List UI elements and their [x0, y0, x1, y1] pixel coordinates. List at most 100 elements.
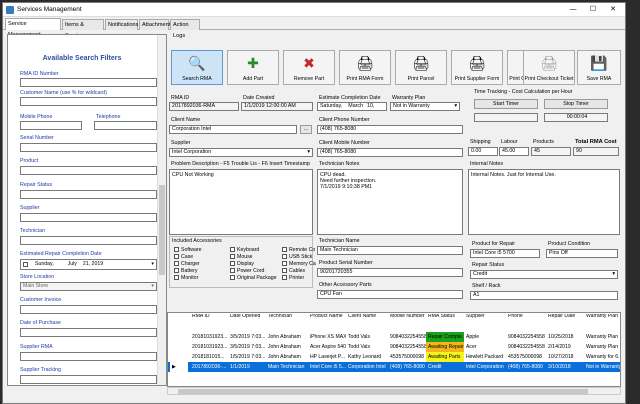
table-row[interactable]: 20181810​15... 1/5/2019 7:03... John Abrah…: [168, 352, 620, 362]
search-rma-button[interactable]: 🔍 Search RMA: [171, 50, 223, 85]
filter-supplier-input[interactable]: [20, 213, 157, 222]
cell-rma-id[interactable]: 20181031​923...: [190, 332, 228, 342]
accessory-monitor-checkbox[interactable]: Monitor: [174, 275, 198, 281]
cell-mobile-number[interactable]: (408) 765-8080: [388, 362, 426, 372]
grid-header-supplier[interactable]: Supplier: [464, 314, 506, 330]
cell-rma-status[interactable]: Awaiting Parts: [426, 352, 464, 362]
tab-items-services[interactable]: Items & Services: [62, 19, 104, 39]
remove-part-button[interactable]: ✖ Remove Part: [283, 50, 335, 85]
filter-rma-id-input[interactable]: [20, 78, 157, 87]
cell-rma-status[interactable]: Awaiting Repair: [426, 342, 464, 352]
tab-service-management[interactable]: Service Management: [5, 18, 61, 38]
filter-store-location-select[interactable]: Main Store ▾: [20, 282, 157, 291]
accessory-charger-checkbox[interactable]: Charger: [174, 261, 200, 267]
accessory-power-cord-checkbox[interactable]: Power Cord: [230, 268, 264, 274]
cell-phone[interactable]: (408) 765-8080: [506, 362, 546, 372]
cell-rma-id[interactable]: 20178920​36-...: [190, 362, 228, 372]
cell-supplier[interactable]: Acer: [464, 342, 506, 352]
maximize-button[interactable]: ☐: [583, 4, 603, 16]
filter-technician-input[interactable]: [20, 236, 157, 245]
print-checkout-ticket-button[interactable]: 🖨 Print Checkout Ticket: [523, 50, 575, 85]
cell-warranty-plan[interactable]: Not in Warranty: [584, 362, 620, 372]
shelf-field[interactable]: A1: [470, 291, 618, 300]
sidebar-scroll-thumb[interactable]: [159, 185, 165, 275]
accessory-keyboard-checkbox[interactable]: Keyboard: [230, 247, 259, 253]
cell-technician[interactable]: Main Technician: [266, 362, 308, 372]
row-selector-arrow-icon[interactable]: ▶: [170, 362, 188, 372]
cell-client-name[interactable]: Todd Vals: [346, 342, 388, 352]
cell-repair-date[interactable]: 10/25/2018: [546, 332, 584, 342]
start-timer-button[interactable]: Start Timer: [474, 99, 538, 109]
grid-header-phone[interactable]: Phone: [506, 314, 546, 330]
grid-scroll-thumb[interactable]: [178, 389, 588, 394]
cell-warranty-plan[interactable]: Warranty Plan: [584, 342, 620, 352]
cell-technician[interactable]: John Abraham: [266, 342, 308, 352]
other-parts-field[interactable]: CPU Fan: [317, 290, 463, 299]
client-mobile-field[interactable]: (408) 765-8080: [317, 148, 463, 157]
grid-header-mobile-number[interactable]: Mobile Number: [388, 314, 426, 330]
add-part-button[interactable]: ✚ Add Part: [227, 50, 279, 85]
cell-technician[interactable]: John Abraham: [266, 352, 308, 362]
cell-date-opened[interactable]: 3/5/2019 7:03...: [228, 332, 266, 342]
product-serial-field[interactable]: 90201720355: [317, 268, 463, 277]
filter-est-date-picker[interactable]: Sunday, July 21, 2019 ▾: [20, 259, 157, 270]
stop-timer-button[interactable]: Stop Timer: [544, 99, 608, 109]
row-selector[interactable]: [170, 342, 188, 352]
accessory-original-package-checkbox[interactable]: Original Package: [230, 275, 277, 281]
warranty-plan-select[interactable]: Not in Warranty ▾: [390, 102, 460, 111]
grid-header-date-opened[interactable]: Date Opened: [228, 314, 266, 330]
cell-client-name[interactable]: Kathy Leonard: [346, 352, 388, 362]
rma-id-field[interactable]: 20178920​36-RMA: [169, 102, 239, 111]
technician-notes-textarea[interactable]: CPU dead. Need further inspection. 7/1/2…: [317, 169, 463, 235]
filter-repair-status-input[interactable]: [20, 190, 157, 199]
accessory-usb-checkbox[interactable]: USB Stick: [282, 254, 312, 260]
shipping-field[interactable]: 0.00: [468, 147, 498, 156]
accessory-remote-checkbox[interactable]: Remote Co: [282, 247, 315, 253]
cell-phone[interactable]: 9084032254558: [506, 332, 546, 342]
repair-status-select[interactable]: Credit ▾: [470, 270, 618, 279]
grid-header-product-name[interactable]: Product Name: [308, 314, 346, 330]
cell-mobile-number[interactable]: 4535750​00098: [388, 352, 426, 362]
cell-date-opened[interactable]: 1/1/2019: [228, 362, 266, 372]
filter-supplier-tracking-input[interactable]: [20, 375, 157, 384]
accessory-battery-checkbox[interactable]: Battery: [174, 268, 197, 274]
print-supplier-form-button[interactable]: 🖨 Print Supplier Form: [451, 50, 503, 85]
browse-client-button[interactable]: ...: [300, 125, 312, 134]
accessory-printer-checkbox[interactable]: Printer: [282, 275, 304, 281]
cell-rma-id[interactable]: 20181810​15...: [190, 352, 228, 362]
minimize-button[interactable]: —: [563, 4, 583, 16]
internal-notes-textarea[interactable]: Internal Notes. Just for Internal Use.: [468, 169, 620, 235]
cell-client-name[interactable]: Todd Vals: [346, 332, 388, 342]
est-date-enable-checkbox[interactable]: [23, 262, 28, 267]
cell-phone[interactable]: 9084032254558: [506, 342, 546, 352]
labour-field[interactable]: 45.00: [499, 147, 529, 156]
client-phone-field[interactable]: (408) 765-8080: [317, 125, 463, 134]
tab-action-logs[interactable]: Action Logs: [170, 19, 200, 39]
cell-date-opened[interactable]: 3/5/2019 7:03...: [228, 342, 266, 352]
product-repair-field[interactable]: Intel Core i5 5700: [470, 249, 540, 258]
cell-repair-date[interactable]: 3/10/2018: [546, 362, 584, 372]
client-name-field[interactable]: Corporation Intel: [169, 125, 297, 134]
est-completion-picker[interactable]: Saturday, March 10,: [317, 102, 387, 111]
accessory-software-checkbox[interactable]: Software: [174, 247, 201, 253]
problem-description-textarea[interactable]: CPU Not Working: [169, 169, 313, 235]
tab-attachments[interactable]: Attachments: [139, 19, 173, 30]
table-row[interactable]: ▶ 20178920​36-... 1/1/2019 Main Technician I…: [168, 362, 620, 372]
grid-header-rma-status[interactable]: RMA Status: [426, 314, 464, 330]
cell-supplier[interactable]: Apple: [464, 332, 506, 342]
grid-horizontal-scrollbar[interactable]: [167, 387, 621, 395]
grid-header-rma-id[interactable]: RMA ID: [190, 314, 228, 330]
cell-mobile-number[interactable]: 9084032254558: [388, 342, 426, 352]
print-rma-form-button[interactable]: 🖨 Print RMA Form: [339, 50, 391, 85]
row-selector[interactable]: [170, 352, 188, 362]
grid-header-warranty-plan[interactable]: Warranty Plan: [584, 314, 620, 330]
filter-product-input[interactable]: [20, 166, 157, 175]
grid-header-technician[interactable]: Technician: [266, 314, 308, 330]
cell-rma-id[interactable]: 20181031​923...: [190, 342, 228, 352]
date-created-field[interactable]: 1/1/2019 12:00:00 AM: [241, 102, 313, 111]
accessory-case-checkbox[interactable]: Case: [174, 254, 193, 260]
cell-client-name[interactable]: Corporation Intel: [346, 362, 388, 372]
save-rma-button[interactable]: 💾 Save RMA: [577, 50, 621, 85]
filter-customer-invoice-input[interactable]: [20, 305, 157, 314]
accessory-display-checkbox[interactable]: Display: [230, 261, 254, 267]
